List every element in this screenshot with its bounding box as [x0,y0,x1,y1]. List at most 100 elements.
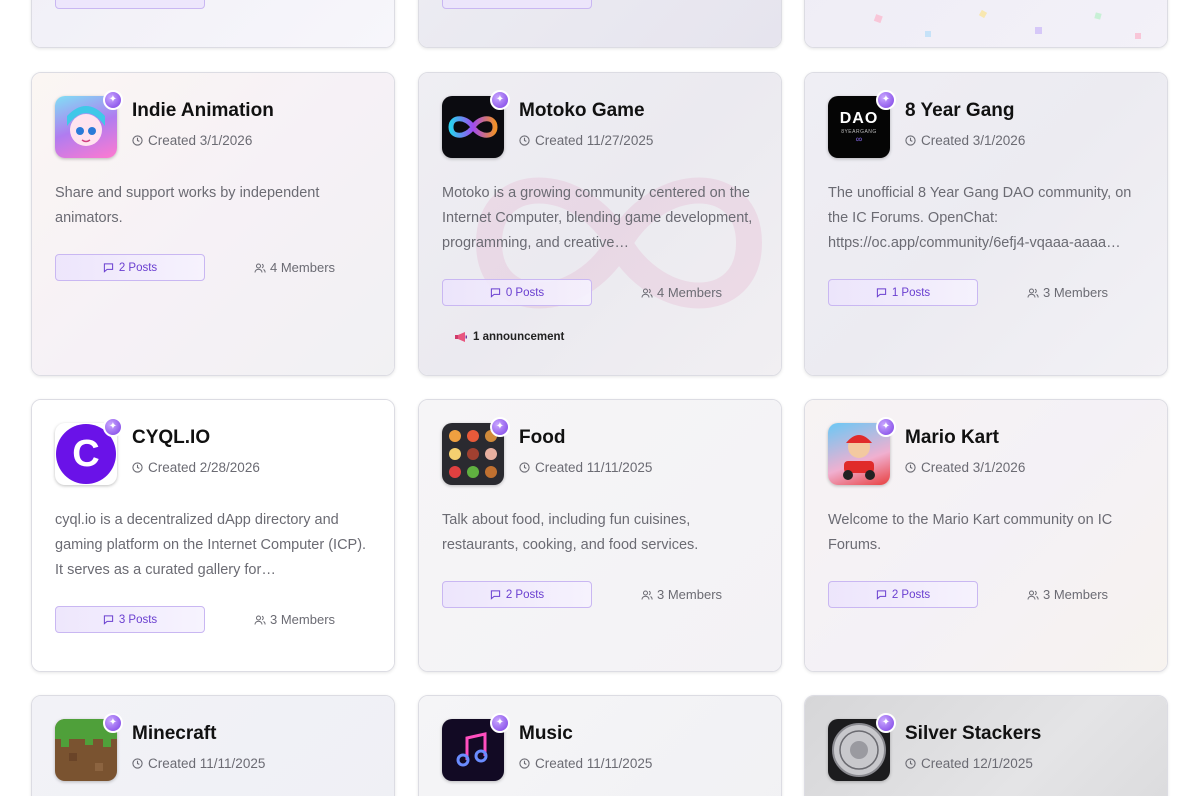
clock-icon [132,135,143,146]
community-title[interactable]: CYQL.IO [132,427,210,449]
created-date: Created 11/11/2025 [519,756,652,771]
members-count: 3 Members [1043,285,1109,300]
community-title[interactable]: Silver Stackers [905,723,1041,745]
community-avatar: ✦ [55,90,123,158]
posts-button[interactable]: 1 Posts [828,279,978,306]
posts-button[interactable]: 3 Posts [55,606,205,633]
community-card-music[interactable]: ✦ Music Created 11/11/2025 [418,695,782,796]
posts-button[interactable]: 2 Posts [55,254,205,281]
members-count-group: 3 Members [1027,285,1108,300]
posts-button[interactable]: 0 Posts [442,279,592,306]
members-count: 3 Members [1043,587,1109,602]
community-avatar: ✦ [828,417,896,485]
members-count-group: 4 Members [254,260,335,275]
created-date-text: Created 11/11/2025 [148,756,266,771]
community-title[interactable]: Mario Kart [905,427,999,449]
community-title[interactable]: Music [519,723,573,745]
clock-icon [905,135,916,146]
community-card-partial-2[interactable] [418,0,782,48]
created-date: Created 11/11/2025 [519,460,652,475]
clock-icon [905,462,916,473]
created-date: Created 12/1/2025 [905,756,1033,771]
dao-logo-text: DAO [839,110,879,127]
community-avatar: ✦ [442,90,510,158]
members-count-group: 3 Members [1027,587,1108,602]
community-card-silver-stackers[interactable]: ✦ Silver Stackers Created 12/1/2025 [804,695,1168,796]
message-square-icon [876,288,886,298]
megaphone-icon [455,332,467,342]
members-count: 3 Members [657,587,723,602]
posts-button[interactable]: 2 Posts [442,581,592,608]
message-square-icon [876,590,886,600]
community-description: Share and support works by independent a… [55,185,320,226]
users-icon [641,590,653,600]
sparkle-badge-icon: ✦ [876,713,896,733]
created-date-text: Created 2/28/2026 [148,460,260,475]
community-card-partial-3[interactable] [804,0,1168,48]
community-card-motoko-game[interactable]: ✦ Motoko Game Created 11/27/2025 Motoko … [418,72,782,376]
message-square-icon [490,590,500,600]
posts-count: 2 Posts [505,588,545,601]
posts-button-partial[interactable] [442,0,592,9]
created-date: Created 11/27/2025 [519,133,653,148]
community-description: cyql.io is a decentralized dApp director… [55,512,367,578]
created-date: Created 2/28/2026 [132,460,260,475]
users-icon [1027,590,1039,600]
sparkle-badge-icon: ✦ [103,90,123,110]
community-avatar: C ✦ [55,417,123,485]
announcement-indicator[interactable]: 1 announcement [455,331,564,343]
community-title[interactable]: Food [519,427,565,449]
members-count: 3 Members [270,612,336,627]
message-square-icon [103,615,113,625]
members-count-group: 3 Members [254,612,335,627]
community-card-partial-1[interactable] [31,0,395,48]
posts-button[interactable]: 2 Posts [828,581,978,608]
community-description: Talk about food, including fun cuisines,… [442,512,699,553]
posts-count: 2 Posts [118,261,158,274]
posts-count: 0 Posts [505,286,545,299]
created-date: Created 11/11/2025 [132,756,265,771]
created-date-text: Created 3/1/2026 [148,133,253,148]
users-icon [254,263,266,273]
clock-icon [905,758,916,769]
community-title[interactable]: 8 Year Gang [905,100,1015,122]
community-avatar: ✦ [828,713,896,781]
members-count: 4 Members [270,260,336,275]
created-date: Created 3/1/2026 [132,133,252,148]
users-icon [641,288,653,298]
infinity-mini-icon: ∞ [855,134,863,144]
members-count-group: 3 Members [641,587,722,602]
community-card-food[interactable]: ✦ Food Created 11/11/2025 Talk about foo… [418,399,782,672]
users-icon [1027,288,1039,298]
community-card-mario-kart[interactable]: ✦ Mario Kart Created 3/1/2026 Welcome to… [804,399,1168,672]
sparkle-badge-icon: ✦ [490,713,510,733]
posts-count: 2 Posts [891,588,931,601]
created-date-text: Created 11/11/2025 [535,460,653,475]
community-title[interactable]: Indie Animation [132,100,274,122]
created-date-text: Created 12/1/2025 [921,756,1033,771]
infinity-logo [448,116,498,138]
posts-count: 3 Posts [118,613,158,626]
community-card-cyql-io[interactable]: C ✦ CYQL.IO Created 2/28/2026 cyql.io is… [31,399,395,672]
community-description: Welcome to the Mario Kart community on I… [828,512,1113,553]
community-card-minecraft[interactable]: ✦ Minecraft Created 11/11/2025 [31,695,395,796]
announcement-text: 1 announcement [473,331,565,343]
community-card-indie-animation[interactable]: ✦ Indie Animation Created 3/1/2026 Share… [31,72,395,376]
cyql-logo-letter: C [72,432,100,475]
posts-button-partial[interactable] [55,0,205,9]
created-date-text: Created 3/1/2026 [921,460,1026,475]
sparkle-badge-icon: ✦ [103,713,123,733]
clock-icon [519,462,530,473]
community-title[interactable]: Minecraft [132,723,216,745]
clock-icon [519,135,530,146]
members-count: 4 Members [657,285,723,300]
community-title[interactable]: Motoko Game [519,100,645,122]
community-avatar: DAO 8YEARGANG ∞ ✦ [828,90,896,158]
sparkle-badge-icon: ✦ [876,417,896,437]
posts-count: 1 Posts [891,286,931,299]
created-date: Created 3/1/2026 [905,133,1025,148]
sparkle-badge-icon: ✦ [490,417,510,437]
confetti-decoration [873,9,1141,39]
message-square-icon [490,288,500,298]
community-card-8-year-gang[interactable]: DAO 8YEARGANG ∞ ✦ 8 Year Gang Created 3/… [804,72,1168,376]
